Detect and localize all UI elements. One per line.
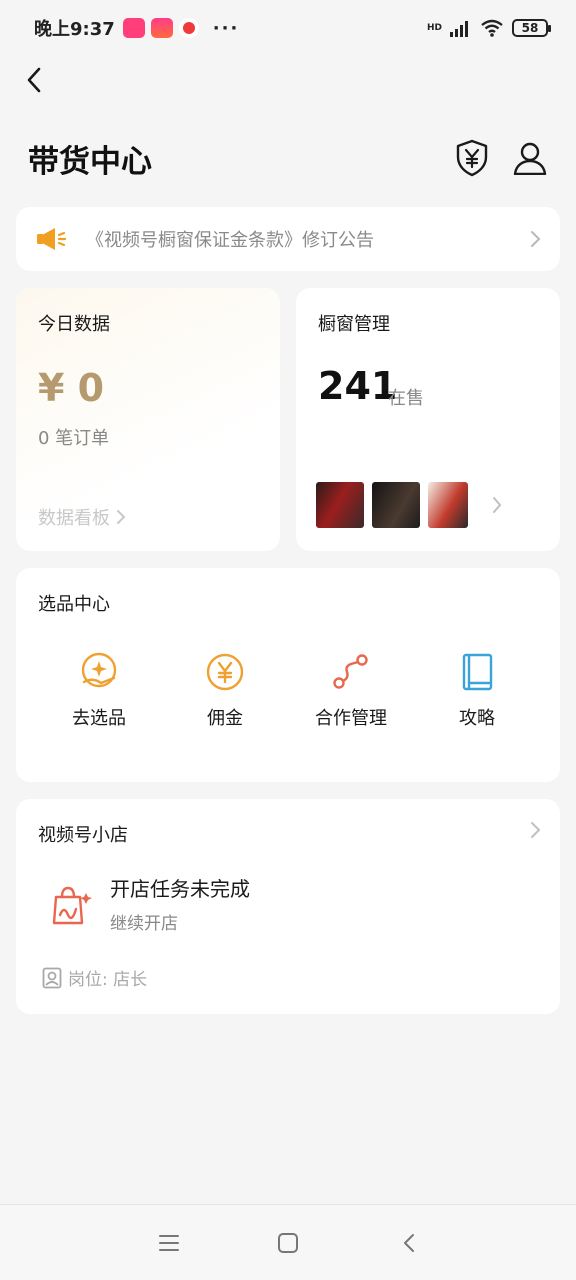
select-product-button[interactable]: 去选品 bbox=[36, 652, 162, 730]
cooperation-button[interactable]: 合作管理 bbox=[288, 652, 414, 730]
shop-card[interactable]: 视频号小店 开店任务未完成 继续开店 岗位: 店长 bbox=[16, 799, 560, 1014]
shop-role: 岗位: 店长 bbox=[42, 965, 147, 990]
megaphone-icon bbox=[37, 228, 66, 250]
notice-banner[interactable]: 《视频号橱窗保证金条款》修订公告 bbox=[16, 207, 560, 271]
guide-button[interactable]: 攻略 bbox=[414, 652, 540, 730]
home-square-icon bbox=[278, 1233, 298, 1253]
today-title: 今日数据 bbox=[38, 314, 110, 335]
picker-item-label: 佣金 bbox=[207, 708, 243, 729]
shop-role-label: 岗位: 店长 bbox=[68, 970, 148, 990]
continue-opening-link[interactable]: 继续开店 bbox=[110, 909, 178, 934]
notice-text: 《视频号橱窗保证金条款》修订公告 bbox=[86, 230, 374, 251]
guide-book-icon bbox=[462, 653, 493, 691]
chevron-right-icon bbox=[117, 510, 126, 524]
chevron-right-icon bbox=[531, 822, 541, 838]
shop-task-status: 开店任务未完成 bbox=[110, 877, 250, 901]
status-bar: 晚上9:37 ··· HD 58 bbox=[0, 0, 576, 56]
status-more-icon: ··· bbox=[212, 17, 240, 39]
system-back-button[interactable] bbox=[395, 1229, 423, 1257]
status-app-icons bbox=[122, 18, 199, 38]
taobao-notification-icon bbox=[150, 18, 173, 38]
back-triangle-icon bbox=[404, 1234, 414, 1252]
signal-icon bbox=[450, 21, 468, 37]
status-time: 晚上9:37 bbox=[34, 19, 115, 40]
dashboard-link[interactable]: 数据看板 bbox=[38, 504, 126, 530]
shopping-bag-icon bbox=[52, 886, 92, 925]
cooperation-icon bbox=[333, 654, 368, 689]
window-title: 橱窗管理 bbox=[318, 314, 390, 335]
today-orders: 0 笔订单 bbox=[38, 428, 110, 449]
shield-yen-icon bbox=[456, 139, 488, 177]
window-management-card[interactable]: 橱窗管理 241 在售 bbox=[296, 288, 560, 551]
product-thumbnail bbox=[428, 482, 468, 528]
profile-button[interactable] bbox=[510, 138, 550, 178]
picker-item-label: 攻略 bbox=[459, 708, 495, 729]
chevron-right-icon bbox=[531, 231, 541, 247]
back-arrow-icon bbox=[27, 67, 41, 93]
picker-item-label: 合作管理 bbox=[315, 708, 387, 729]
chevron-right-icon bbox=[493, 497, 502, 513]
shop-title: 视频号小店 bbox=[38, 825, 128, 846]
id-badge-icon bbox=[42, 967, 62, 988]
page-title: 带货中心 bbox=[28, 144, 152, 180]
hd-label: HD bbox=[426, 22, 442, 33]
video-notification-icon bbox=[178, 18, 199, 38]
product-thumbnail bbox=[316, 482, 364, 528]
today-data-card[interactable]: 今日数据 ¥ 0 0 笔订单 数据看板 bbox=[16, 288, 280, 551]
user-icon bbox=[513, 142, 547, 175]
commission-button[interactable]: 佣金 bbox=[162, 652, 288, 730]
today-amount: ¥ 0 bbox=[38, 366, 105, 410]
product-thumbnails bbox=[316, 482, 468, 528]
home-button[interactable] bbox=[274, 1229, 302, 1257]
shield-yen-button[interactable] bbox=[452, 138, 492, 178]
select-product-icon bbox=[81, 652, 117, 688]
wifi-icon bbox=[481, 19, 503, 37]
menu-icon bbox=[159, 1235, 179, 1251]
window-count: 241 bbox=[318, 364, 398, 408]
product-picker-card: 选品中心 去选品 佣金 合作管理 攻略 bbox=[16, 568, 560, 782]
window-unit: 在售 bbox=[388, 388, 424, 409]
picker-title: 选品中心 bbox=[38, 594, 110, 615]
dashboard-link-label: 数据看板 bbox=[38, 508, 110, 529]
battery-icon: 58 bbox=[512, 19, 551, 37]
product-thumbnail bbox=[372, 482, 420, 528]
commission-yen-icon bbox=[206, 653, 244, 691]
system-navigation-bar bbox=[0, 1204, 576, 1280]
app-notification-icon bbox=[122, 18, 145, 38]
back-button[interactable] bbox=[14, 60, 54, 100]
picker-item-label: 去选品 bbox=[72, 708, 126, 729]
menu-button[interactable] bbox=[155, 1229, 183, 1257]
